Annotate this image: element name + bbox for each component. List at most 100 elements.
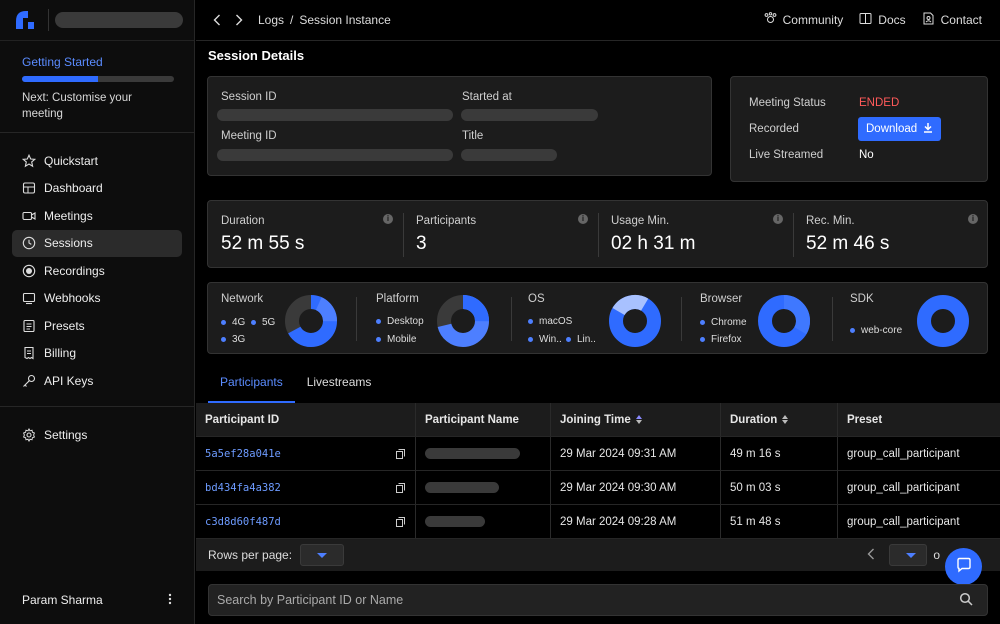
sidebar-item-dashboard[interactable]: Dashboard — [12, 175, 182, 202]
legend-dot — [700, 320, 705, 325]
brand-logo[interactable] — [14, 9, 36, 31]
breakdown-title: Network — [221, 293, 264, 305]
download-button[interactable]: Download — [858, 117, 942, 141]
network-breakdown: Network 4G 5G 3G — [221, 283, 356, 349]
sidebar-item-quickstart[interactable]: Quickstart — [12, 147, 182, 174]
org-switcher[interactable] — [55, 12, 183, 28]
copy-icon[interactable] — [396, 449, 405, 459]
sort-icon[interactable] — [635, 415, 642, 424]
info-icon[interactable]: i — [773, 214, 783, 224]
sidebar-item-settings[interactable]: Settings — [12, 421, 182, 448]
participant-id-cell[interactable]: 5a5ef28a041e — [196, 437, 416, 470]
preset-cell: group_call_participant — [847, 447, 960, 460]
sort-icon[interactable] — [782, 415, 789, 424]
getting-started-title[interactable]: Getting Started — [22, 55, 172, 69]
top-links: Community Docs Contact — [764, 12, 982, 28]
sidebar-item-label: Presets — [44, 318, 85, 333]
sidebar-item-api-keys[interactable]: API Keys — [12, 367, 182, 394]
search-icon[interactable] — [959, 592, 973, 609]
sidebar-item-webhooks[interactable]: Webhooks — [12, 285, 182, 312]
duration-cell: 49 m 16 s — [721, 437, 838, 470]
sidebar-item-presets[interactable]: Presets — [12, 312, 182, 339]
live-streamed-label: Live Streamed — [749, 149, 824, 161]
participant-name-placeholder — [425, 516, 485, 527]
network-donut — [285, 295, 337, 347]
stat-duration: Duration 52 m 55 s i — [208, 201, 403, 267]
sidebar-item-label: Meetings — [44, 208, 93, 223]
table-row: bd434fa4a382 29 Mar 2024 09:30 AM 50 m 0… — [196, 471, 1000, 505]
contact-link[interactable]: Contact — [922, 12, 982, 28]
progress-fill — [22, 76, 98, 82]
sidebar: Getting Started Next: Customise your mee… — [0, 0, 195, 624]
download-icon — [923, 122, 933, 136]
meeting-id-value — [217, 149, 453, 161]
more-vertical-icon[interactable] — [168, 593, 172, 608]
stat-value: 02 h 31 m — [611, 233, 696, 254]
getting-started-panel[interactable]: Getting Started Next: Customise your mee… — [0, 41, 194, 133]
stat-rec-min: Rec. Min. 52 m 46 s i — [793, 201, 988, 267]
stat-participants: Participants 3 i — [403, 201, 598, 267]
stat-label: Duration — [221, 215, 265, 227]
participant-id[interactable]: bd434fa4a382 — [205, 482, 281, 494]
breakdown-title: Browser — [700, 293, 743, 305]
header-duration[interactable]: Duration — [721, 403, 838, 436]
community-link[interactable]: Community — [764, 12, 844, 28]
prev-page-icon[interactable] — [867, 548, 875, 563]
info-icon[interactable]: i — [383, 214, 393, 224]
community-label: Community — [782, 13, 844, 27]
tab-participants[interactable]: Participants — [208, 367, 295, 403]
page-title: Session Details — [208, 48, 305, 63]
page-select[interactable] — [889, 544, 928, 566]
session-details-card: Session ID Started at Meeting ID Title — [207, 76, 712, 176]
meeting-status-label: Meeting Status — [749, 97, 826, 109]
main-content: Session Details Session ID Started at Me… — [196, 42, 1000, 624]
sdk-breakdown: SDK web-core — [850, 283, 980, 349]
legend-label: macOS — [539, 316, 573, 327]
info-icon[interactable]: i — [578, 214, 588, 224]
header-preset: Preset — [847, 413, 883, 426]
clock-icon — [22, 236, 36, 250]
page-of-label: o — [933, 548, 940, 562]
copy-icon[interactable] — [396, 483, 405, 493]
sidebar-item-meetings[interactable]: Meetings — [12, 202, 182, 229]
header-joining-time[interactable]: Joining Time — [551, 403, 721, 436]
legend-item: 4G — [221, 317, 245, 328]
forward-arrow-icon[interactable] — [232, 13, 246, 27]
sidebar-item-recordings[interactable]: Recordings — [12, 257, 182, 284]
session-status-card: Meeting Status ENDED Recorded Download L… — [730, 76, 988, 182]
participant-id-cell[interactable]: c3d8d60f487d — [196, 505, 416, 538]
participant-name-cell — [416, 471, 551, 504]
docs-link[interactable]: Docs — [859, 12, 906, 28]
user-menu[interactable]: Param Sharma — [22, 593, 172, 608]
legend-dot — [528, 337, 533, 342]
sdk-donut — [917, 295, 969, 347]
download-label: Download — [866, 123, 918, 135]
started-at-value — [461, 109, 598, 121]
breadcrumb: Logs / Session Instance — [258, 13, 391, 27]
chat-support-button[interactable] — [945, 548, 982, 585]
legend-dot — [376, 337, 381, 342]
legend-dot — [221, 337, 226, 342]
rows-per-page-select[interactable] — [300, 544, 345, 566]
breadcrumb-logs[interactable]: Logs — [258, 13, 284, 27]
legend-label: web-core — [861, 325, 903, 336]
duration-cell: 50 m 03 s — [721, 471, 838, 504]
participant-id[interactable]: c3d8d60f487d — [205, 516, 281, 528]
sidebar-item-sessions[interactable]: Sessions — [12, 229, 182, 257]
search-input[interactable]: Search by Participant ID or Name — [217, 593, 403, 607]
copy-icon[interactable] — [396, 517, 405, 527]
stat-value: 3 — [416, 233, 427, 254]
logo-row — [0, 0, 194, 41]
participant-id[interactable]: 5a5ef28a041e — [205, 448, 281, 460]
tab-livestreams[interactable]: Livestreams — [295, 367, 384, 403]
back-arrow-icon[interactable] — [210, 13, 224, 27]
sidebar-item-billing[interactable]: Billing — [12, 340, 182, 367]
legend-item: Firefox — [700, 334, 742, 345]
settings-section: Settings — [0, 407, 194, 448]
info-icon[interactable]: i — [968, 214, 978, 224]
duration-cell: 51 m 48 s — [721, 505, 838, 538]
user-name: Param Sharma — [22, 593, 103, 607]
book-icon — [859, 12, 872, 28]
participant-search-field[interactable]: Search by Participant ID or Name — [208, 584, 988, 616]
participant-id-cell[interactable]: bd434fa4a382 — [196, 471, 416, 504]
